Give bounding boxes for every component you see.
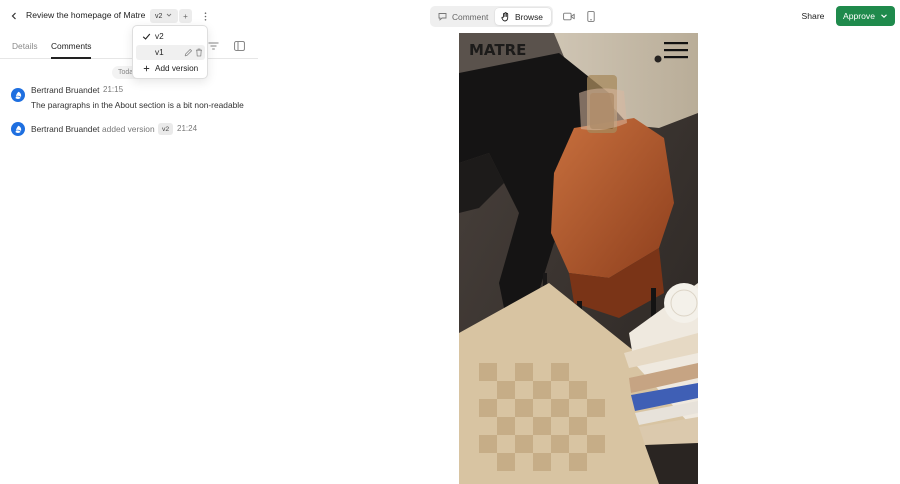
activity-action: added version bbox=[102, 124, 155, 134]
version-option-v1[interactable]: v1 bbox=[136, 45, 205, 60]
version-badge: v2 bbox=[158, 123, 174, 135]
preview-photo: MATRE bbox=[459, 33, 698, 484]
version-selector[interactable]: v2 bbox=[150, 9, 178, 23]
version-option-label: v1 bbox=[155, 48, 164, 57]
back-button[interactable] bbox=[5, 7, 23, 25]
mode-toggle: Comment Browse bbox=[430, 6, 553, 27]
comment-icon bbox=[438, 13, 447, 21]
chevron-down-icon bbox=[166, 13, 172, 17]
comment-body[interactable]: The paragraphs in the About section is a… bbox=[31, 100, 244, 110]
avatar bbox=[11, 122, 25, 136]
activity-time: 21:24 bbox=[177, 124, 198, 133]
trash-icon[interactable] bbox=[195, 48, 203, 57]
panel-tabs: Details Comments bbox=[0, 33, 258, 59]
toggle-panel-button[interactable] bbox=[233, 40, 246, 52]
video-icon bbox=[563, 12, 575, 20]
sidebar-icon bbox=[234, 41, 245, 51]
chevron-left-icon bbox=[11, 12, 16, 20]
version-dropdown: v2 v1 Add version bbox=[132, 25, 208, 79]
brand-logo-icon bbox=[15, 125, 21, 133]
plus-icon: + bbox=[183, 11, 188, 21]
more-options-button[interactable] bbox=[200, 9, 210, 23]
plus-icon bbox=[143, 65, 150, 72]
add-version-button[interactable]: + bbox=[179, 9, 192, 23]
filter-button[interactable] bbox=[206, 40, 220, 52]
desktop-view-button[interactable] bbox=[562, 9, 576, 23]
add-version-label: Add version bbox=[155, 64, 199, 73]
check-icon bbox=[142, 33, 151, 40]
mobile-icon bbox=[587, 10, 595, 22]
mobile-view-button[interactable] bbox=[584, 9, 598, 23]
comments-panel: Details Comments Today Bertrand Bruandet… bbox=[0, 33, 258, 484]
filter-icon bbox=[208, 42, 218, 50]
tab-details[interactable]: Details bbox=[12, 41, 38, 51]
comment-time: 21:15 bbox=[103, 85, 124, 94]
browse-mode-label: Browse bbox=[515, 11, 543, 22]
tab-comments[interactable]: Comments bbox=[51, 41, 92, 51]
activity-author: Bertrand Bruandet bbox=[31, 124, 100, 134]
hand-icon bbox=[501, 11, 509, 21]
more-vertical-icon bbox=[204, 11, 206, 21]
website-preview[interactable]: MATRE bbox=[459, 33, 698, 484]
active-tab-indicator bbox=[51, 57, 91, 59]
browse-mode-button[interactable]: Browse bbox=[495, 8, 551, 25]
preview-brand: MATRE bbox=[469, 41, 526, 59]
avatar bbox=[11, 88, 25, 102]
approve-label: Approve bbox=[843, 11, 876, 21]
brand-logo-icon bbox=[15, 91, 21, 99]
version-selector-label: v2 bbox=[155, 12, 163, 20]
approve-button[interactable]: Approve bbox=[836, 6, 895, 26]
comment-author: Bertrand Bruandet bbox=[31, 85, 100, 95]
version-option-label: v2 bbox=[155, 32, 164, 41]
comment-mode-button[interactable]: Comment bbox=[433, 8, 493, 25]
chevron-down-icon bbox=[881, 14, 887, 18]
comment-mode-label: Comment bbox=[452, 11, 489, 22]
add-version-option[interactable]: Add version bbox=[136, 61, 205, 76]
pencil-icon[interactable] bbox=[184, 48, 193, 57]
version-option-v2[interactable]: v2 bbox=[136, 29, 205, 44]
share-button[interactable]: Share bbox=[797, 7, 829, 25]
page-title: Review the homepage of Matre bbox=[26, 10, 146, 20]
